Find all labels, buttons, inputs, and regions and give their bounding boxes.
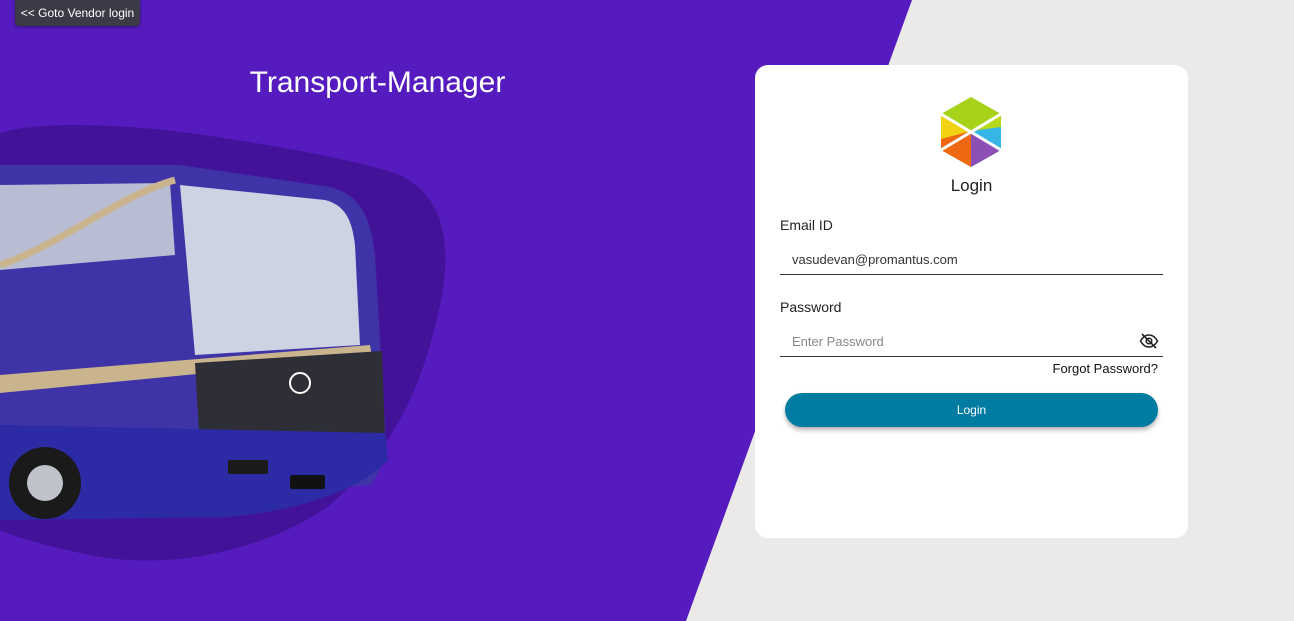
app-title: Transport-Manager (249, 66, 506, 99)
bus-illustration (0, 125, 446, 561)
password-input[interactable] (780, 327, 1163, 357)
password-label: Password (780, 299, 842, 315)
email-input[interactable] (780, 245, 1163, 275)
forgot-password-link[interactable]: Forgot Password? (1053, 361, 1159, 376)
eye-off-icon[interactable] (1139, 331, 1159, 351)
login-card: Login Email ID Password Forgot Password?… (755, 65, 1188, 538)
goto-vendor-login-button[interactable]: << Goto Vendor login (15, 0, 140, 26)
email-label: Email ID (780, 217, 833, 233)
login-heading: Login (950, 176, 993, 195)
cube-logo-icon (940, 97, 1002, 167)
login-button[interactable]: Login (785, 393, 1158, 427)
